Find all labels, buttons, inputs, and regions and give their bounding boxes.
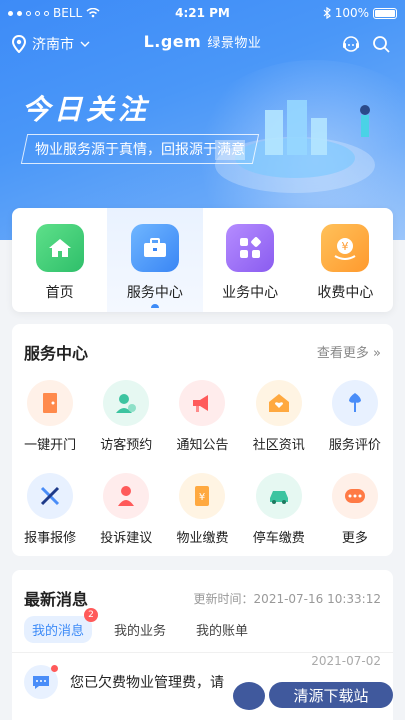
tab-my-business[interactable]: 我的业务 bbox=[106, 616, 174, 643]
grid-icon bbox=[226, 224, 275, 272]
house-heart-icon bbox=[255, 380, 302, 426]
hero-title: 今日关注 bbox=[22, 93, 151, 126]
status-right: 100% bbox=[323, 6, 397, 20]
yuan-bag-icon: ¥ bbox=[321, 224, 370, 272]
tab-service-center[interactable]: 服务中心 bbox=[107, 208, 203, 312]
tab-business-center[interactable]: 业务中心 bbox=[203, 208, 298, 312]
tab-label: 我的消息 bbox=[32, 624, 85, 639]
service-more[interactable]: 更多 bbox=[317, 473, 393, 546]
tab-label: 收费中心 bbox=[317, 285, 374, 301]
flower-icon bbox=[331, 380, 378, 426]
hero-slogan: 物业服务源于真情，回报源于满意 bbox=[20, 134, 260, 164]
tab-billing-center[interactable]: ¥ 收费中心 bbox=[298, 208, 393, 312]
service-label: 通知公告 bbox=[176, 438, 229, 453]
tab-home[interactable]: 首页 bbox=[12, 208, 107, 312]
message-text: 您已欠费物业管理费，请 bbox=[70, 675, 224, 691]
service-notice[interactable]: 通知公告 bbox=[164, 380, 240, 453]
message-date: 2021-07-02 bbox=[311, 654, 381, 668]
svg-text:¥: ¥ bbox=[342, 240, 349, 253]
complaint-icon bbox=[103, 473, 150, 519]
top-actions bbox=[341, 34, 391, 54]
service-label: 一键开门 bbox=[24, 438, 77, 453]
top-nav: 济南市 L.gem 绿景物业 bbox=[0, 30, 405, 60]
update-time: 更新时间：2021-07-16 10:33:12 bbox=[193, 592, 381, 606]
service-property-fee[interactable]: ¥ 物业缴费 bbox=[164, 473, 240, 546]
bill-icon: ¥ bbox=[179, 473, 226, 519]
service-label: 报事报修 bbox=[24, 531, 77, 546]
home-icon bbox=[35, 224, 84, 272]
logo-main: L.gem bbox=[143, 32, 202, 51]
service-label: 投诉建议 bbox=[100, 531, 153, 546]
main-tabs: 首页 服务中心 业务中心 ¥ 收费中心 bbox=[12, 208, 393, 312]
section-title: 最新消息 bbox=[24, 590, 89, 609]
car-icon bbox=[255, 473, 302, 519]
service-rating[interactable]: 服务评价 bbox=[317, 380, 393, 453]
service-label: 停车缴费 bbox=[252, 531, 305, 546]
service-parking-fee[interactable]: 停车缴费 bbox=[241, 473, 317, 546]
svg-text:¥: ¥ bbox=[199, 492, 205, 503]
search-icon[interactable] bbox=[371, 34, 391, 54]
active-indicator bbox=[150, 304, 159, 308]
svg-text:清源下载站: 清源下载站 bbox=[293, 687, 368, 705]
chat-icon bbox=[24, 665, 58, 699]
service-label: 物业缴费 bbox=[176, 531, 229, 546]
customer-service-icon[interactable] bbox=[341, 34, 361, 54]
service-complaint[interactable]: 投诉建议 bbox=[88, 473, 164, 546]
tab-label: 首页 bbox=[45, 285, 74, 301]
tab-label: 业务中心 bbox=[222, 285, 279, 301]
visitor-icon bbox=[103, 380, 150, 426]
service-one-key-open[interactable]: 一键开门 bbox=[12, 380, 88, 453]
divider bbox=[12, 652, 393, 653]
view-more-link[interactable]: 查看更多 » bbox=[317, 342, 381, 361]
tab-my-bills[interactable]: 我的账单 bbox=[188, 616, 256, 643]
service-label: 服务评价 bbox=[328, 438, 381, 453]
service-center-card: 服务中心 查看更多 » 一键开门 访客预约 通知公告 社区资讯 服务评价 报事报… bbox=[12, 324, 393, 556]
megaphone-icon bbox=[179, 380, 226, 426]
service-grid: 一键开门 访客预约 通知公告 社区资讯 服务评价 报事报修 投诉建议 ¥ 物业缴… bbox=[12, 380, 393, 546]
unread-dot bbox=[51, 665, 58, 672]
service-label: 社区资讯 bbox=[252, 438, 305, 453]
news-tabs: 我的消息 2 我的业务 我的账单 bbox=[24, 608, 256, 643]
wrench-icon bbox=[27, 473, 74, 519]
battery-icon bbox=[373, 7, 397, 19]
service-repair[interactable]: 报事报修 bbox=[12, 473, 88, 546]
hero-slogan-text: 物业服务源于真情，回报源于满意 bbox=[35, 142, 245, 158]
service-label: 更多 bbox=[341, 531, 368, 546]
service-label: 访客预约 bbox=[100, 438, 153, 453]
unread-badge: 2 bbox=[84, 608, 99, 622]
door-icon bbox=[27, 380, 74, 426]
bluetooth-icon bbox=[323, 7, 331, 19]
logo-sub: 绿景物业 bbox=[207, 36, 262, 51]
section-title: 服务中心 bbox=[24, 344, 89, 363]
briefcase-icon bbox=[130, 224, 179, 272]
tab-my-messages[interactable]: 我的消息 2 bbox=[24, 608, 99, 643]
status-bar: BELL 4:21 PM 100% bbox=[0, 0, 405, 26]
watermark-logo: 清源下载站 bbox=[233, 682, 393, 710]
tab-label: 服务中心 bbox=[126, 285, 183, 301]
service-visitor-booking[interactable]: 访客预约 bbox=[88, 380, 164, 453]
more-icon bbox=[331, 473, 378, 519]
battery-percent: 100% bbox=[334, 6, 369, 20]
service-community-news[interactable]: 社区资讯 bbox=[241, 380, 317, 453]
